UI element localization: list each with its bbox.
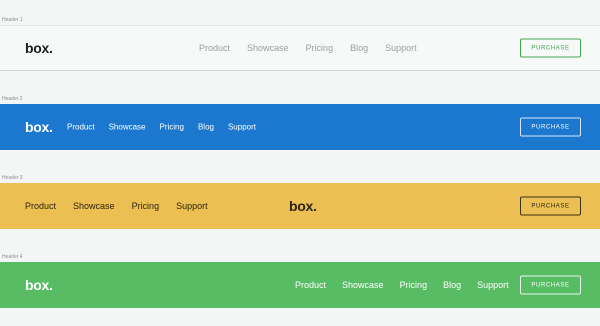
header-2-nav-blog[interactable]: Blog: [198, 123, 214, 132]
header-4-logo[interactable]: box.: [25, 278, 53, 292]
header-2-nav-product[interactable]: Product: [67, 123, 95, 132]
header-4-nav-product[interactable]: Product: [295, 280, 326, 290]
header-4-nav-support[interactable]: Support: [477, 280, 509, 290]
header-2-logo[interactable]: box.: [25, 120, 53, 134]
header-3-purchase-button[interactable]: PURCHASE: [520, 196, 581, 216]
header-2-nav: Product Showcase Pricing Blog Support: [67, 123, 270, 132]
header-3-nav-support[interactable]: Support: [176, 201, 208, 211]
header-4-nav-pricing[interactable]: Pricing: [400, 280, 428, 290]
header-1-caption: Header 1: [2, 17, 23, 23]
header-1-nav-support[interactable]: Support: [385, 43, 417, 53]
header-1-nav-blog[interactable]: Blog: [350, 43, 368, 53]
header-1-nav: Product Showcase Pricing Blog Support: [199, 43, 434, 53]
header-4-caption: Header 4: [2, 254, 23, 260]
header-4-purchase-button[interactable]: PURCHASE: [520, 275, 581, 295]
header-3-logo[interactable]: box.: [289, 199, 317, 213]
header-1-purchase-button[interactable]: PURCHASE: [520, 38, 581, 58]
header-3-nav-pricing[interactable]: Pricing: [132, 201, 160, 211]
header-2-caption: Header 2: [2, 96, 23, 102]
header-2-nav-support[interactable]: Support: [228, 123, 256, 132]
header-4-nav-showcase[interactable]: Showcase: [342, 280, 384, 290]
header-2: box. Product Showcase Pricing Blog Suppo…: [0, 104, 600, 150]
header-2-purchase-button[interactable]: PURCHASE: [520, 117, 581, 137]
header-1: box. Product Showcase Pricing Blog Suppo…: [0, 25, 600, 71]
header-3-caption: Header 3: [2, 175, 23, 181]
header-2-nav-pricing[interactable]: Pricing: [160, 123, 184, 132]
header-2-nav-showcase[interactable]: Showcase: [109, 123, 146, 132]
header-1-nav-showcase[interactable]: Showcase: [247, 43, 289, 53]
header-3-nav-showcase[interactable]: Showcase: [73, 201, 115, 211]
header-1-nav-product[interactable]: Product: [199, 43, 230, 53]
header-1-nav-pricing[interactable]: Pricing: [306, 43, 334, 53]
header-1-logo[interactable]: box.: [25, 41, 53, 55]
header-3-nav: Product Showcase Pricing Support: [25, 201, 225, 211]
header-4: box. Product Showcase Pricing Blog Suppo…: [0, 262, 600, 308]
header-3: Product Showcase Pricing Support box. PU…: [0, 183, 600, 229]
header-4-nav-blog[interactable]: Blog: [443, 280, 461, 290]
header-3-nav-product[interactable]: Product: [25, 201, 56, 211]
header-4-nav: Product Showcase Pricing Blog Support: [295, 280, 525, 290]
